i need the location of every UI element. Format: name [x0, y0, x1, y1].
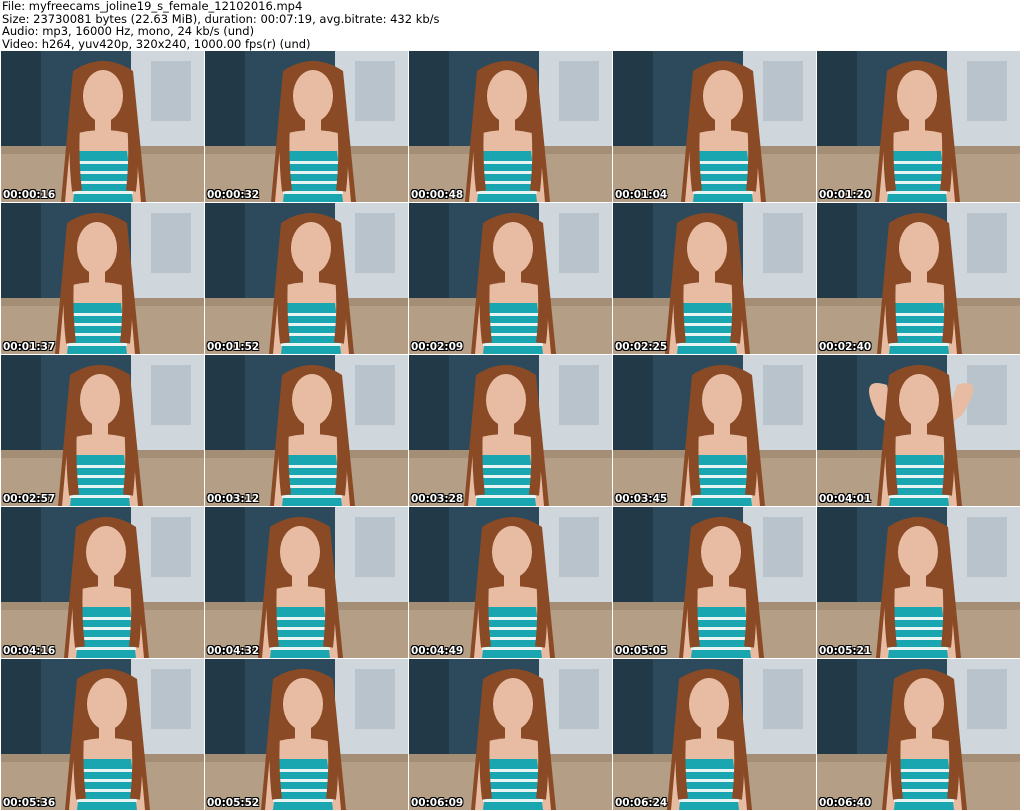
thumbnail-frame-image [613, 51, 816, 202]
video-thumbnail: 00:01:37 [1, 203, 204, 354]
video-thumbnail: 00:06:09 [409, 659, 612, 810]
thumbnail-frame-image [409, 51, 612, 202]
thumbnail-timestamp: 00:03:12 [207, 493, 260, 505]
thumbnail-timestamp: 00:04:01 [819, 493, 872, 505]
thumbnail-frame-image [409, 203, 612, 354]
thumbnail-frame-image [1, 659, 204, 810]
thumbnail-timestamp: 00:00:16 [3, 189, 56, 201]
video-thumbnail: 00:05:36 [1, 659, 204, 810]
thumbnail-timestamp: 00:04:16 [3, 645, 56, 657]
video-thumbnail: 00:04:01 [817, 355, 1020, 506]
video-info-header: File: myfreecams_joline19_s_female_12102… [2, 0, 1022, 50]
file-name-line: File: myfreecams_joline19_s_female_12102… [2, 0, 303, 13]
thumbnail-frame-image [205, 507, 408, 658]
thumbnail-timestamp: 00:02:25 [615, 341, 668, 353]
thumbnail-grid: 00:00:16 00:00:32 00:00:48 00:01:04 00:0… [1, 51, 1023, 811]
thumbnail-frame-image [613, 355, 816, 506]
thumbnail-frame-image [409, 507, 612, 658]
thumbnail-frame-image [817, 507, 1020, 658]
thumbnail-frame-image [205, 203, 408, 354]
thumbnail-frame-image [409, 659, 612, 810]
thumbnail-timestamp: 00:04:32 [207, 645, 260, 657]
thumbnail-timestamp: 00:01:52 [207, 341, 260, 353]
video-thumbnail: 00:00:16 [1, 51, 204, 202]
thumbnail-timestamp: 00:02:09 [411, 341, 464, 353]
video-thumbnail: 00:05:52 [205, 659, 408, 810]
video-thumbnail: 00:04:32 [205, 507, 408, 658]
thumbnail-timestamp: 00:03:45 [615, 493, 668, 505]
video-thumbnail: 00:02:25 [613, 203, 816, 354]
thumbnail-timestamp: 00:00:48 [411, 189, 464, 201]
thumbnail-frame-image [1, 355, 204, 506]
video-thumbnail: 00:00:48 [409, 51, 612, 202]
thumbnail-frame-image [613, 659, 816, 810]
thumbnail-timestamp: 00:03:28 [411, 493, 464, 505]
thumbnail-timestamp: 00:04:49 [411, 645, 464, 657]
video-thumbnail: 00:01:20 [817, 51, 1020, 202]
video-thumbnail: 00:06:40 [817, 659, 1020, 810]
video-thumbnail: 00:02:40 [817, 203, 1020, 354]
video-thumbnail: 00:03:45 [613, 355, 816, 506]
video-thumbnail: 00:01:04 [613, 51, 816, 202]
thumbnail-timestamp: 00:01:20 [819, 189, 872, 201]
audio-info-line: Audio: mp3, 16000 Hz, mono, 24 kb/s (und… [2, 24, 255, 38]
thumbnail-frame-image [409, 355, 612, 506]
thumbnail-timestamp: 00:05:36 [3, 797, 56, 809]
thumbnail-frame-image [205, 51, 408, 202]
thumbnail-timestamp: 00:05:21 [819, 645, 872, 657]
video-thumbnail: 00:00:32 [205, 51, 408, 202]
thumbnail-frame-image [817, 659, 1020, 810]
thumbnail-timestamp: 00:05:52 [207, 797, 260, 809]
thumbnail-frame-image [817, 355, 1020, 506]
thumbnail-frame-image [817, 203, 1020, 354]
thumbnail-timestamp: 00:06:40 [819, 797, 872, 809]
thumbnail-timestamp: 00:02:40 [819, 341, 872, 353]
thumbnail-frame-image [613, 203, 816, 354]
thumbnail-frame-image [613, 507, 816, 658]
video-thumbnail: 00:02:57 [1, 355, 204, 506]
thumbnail-frame-image [1, 203, 204, 354]
video-thumbnail: 00:05:21 [817, 507, 1020, 658]
thumbnail-frame-image [1, 51, 204, 202]
thumbnail-timestamp: 00:05:05 [615, 645, 668, 657]
video-thumbnail: 00:01:52 [205, 203, 408, 354]
video-thumbnail: 00:02:09 [409, 203, 612, 354]
thumbnail-timestamp: 00:06:09 [411, 797, 464, 809]
thumbnail-frame-image [205, 659, 408, 810]
video-info-line: Video: h264, yuv420p, 320x240, 1000.00 f… [2, 36, 311, 51]
video-thumbnail: 00:04:16 [1, 507, 204, 658]
video-thumbnail: 00:05:05 [613, 507, 816, 658]
video-thumbnail: 00:04:49 [409, 507, 612, 658]
thumbnail-timestamp: 00:01:37 [3, 341, 56, 353]
thumbnail-timestamp: 00:06:24 [615, 797, 668, 809]
video-thumbnail: 00:06:24 [613, 659, 816, 810]
thumbnail-frame-image [1, 507, 204, 658]
thumbnail-timestamp: 00:01:04 [615, 189, 668, 201]
thumbnail-frame-image [817, 51, 1020, 202]
thumbnail-timestamp: 00:00:32 [207, 189, 260, 201]
thumbnail-frame-image [205, 355, 408, 506]
thumbnail-timestamp: 00:02:57 [3, 493, 56, 505]
video-thumbnail: 00:03:28 [409, 355, 612, 506]
video-thumbnail: 00:03:12 [205, 355, 408, 506]
